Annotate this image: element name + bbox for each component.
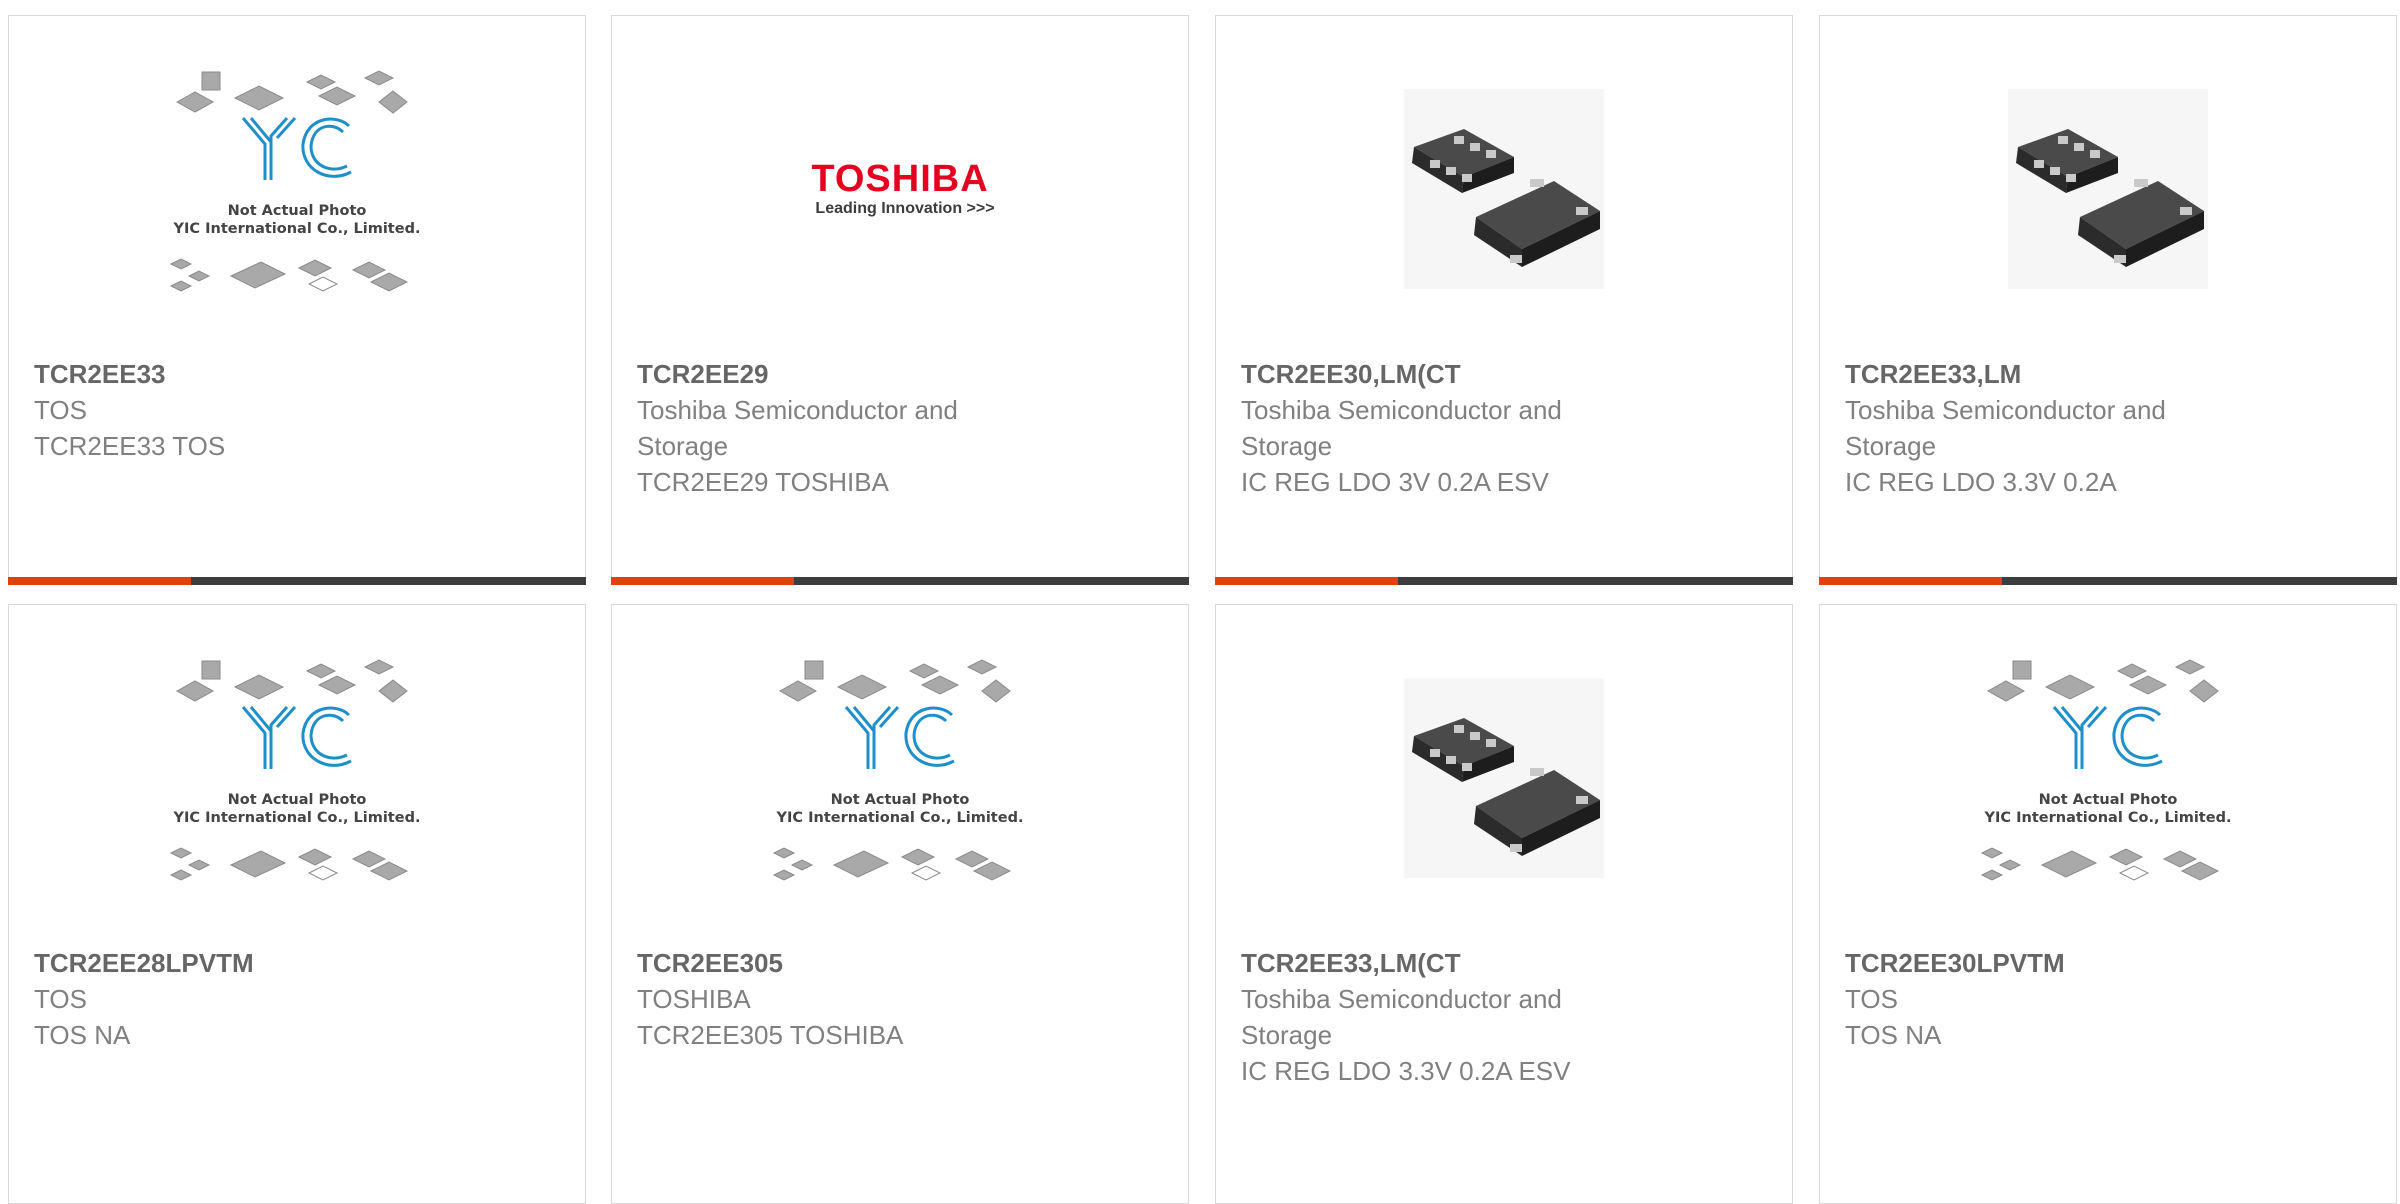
- product-description: IC REG LDO 3V 0.2A ESV: [1241, 467, 1549, 497]
- product-info: TCR2EE33,LM(CT Toshiba Semiconductor and…: [1241, 945, 1661, 1089]
- chip-package-icons: [169, 658, 409, 881]
- product-grid: Not Actual Photo YIC International Co., …: [0, 0, 2400, 1204]
- manufacturer: TOS: [34, 984, 87, 1014]
- product-card[interactable]: TCR2EE30,LM(CT Toshiba Semiconductor and…: [1215, 15, 1793, 585]
- product-image[interactable]: [1820, 16, 2396, 361]
- product-description: TOS NA: [1845, 1020, 1942, 1050]
- manufacturer-continued: Storage: [1845, 431, 1937, 461]
- toshiba-logo: TOSHIBA Leading Innovation >>>: [811, 157, 995, 217]
- product-info: TCR2EE28LPVTM TOS TOS NA: [34, 945, 454, 1053]
- manufacturer: TOS: [34, 395, 87, 425]
- product-info: TCR2EE33 TOS TCR2EE33 TOS: [34, 356, 454, 464]
- product-info: TCR2EE30LPVTM TOS TOS NA: [1845, 945, 2265, 1053]
- yic-logo-icon: [844, 705, 955, 769]
- product-info: TCR2EE305 TOSHIBA TCR2EE305 TOSHIBA: [637, 945, 1057, 1053]
- yic-logo-icon: [241, 116, 352, 180]
- placeholder-note: Not Actual Photo YIC International Co., …: [1984, 791, 2232, 826]
- card-bottom-bar: [611, 577, 1189, 585]
- part-number-link[interactable]: TCR2EE29: [637, 356, 1057, 392]
- product-description: IC REG LDO 3.3V 0.2A ESV: [1241, 1056, 1571, 1086]
- product-card[interactable]: TOSHIBA Leading Innovation >>> TCR2EE29 …: [611, 15, 1189, 585]
- product-description: TCR2EE29 TOSHIBA: [637, 467, 889, 497]
- manufacturer-continued: Storage: [1241, 1020, 1333, 1050]
- product-card[interactable]: TCR2EE33,LM Toshiba Semiconductor and St…: [1819, 15, 2397, 585]
- chip-package-icons: [772, 658, 1012, 881]
- yic-logo-icon: [2052, 705, 2163, 769]
- part-number-link[interactable]: TCR2EE33,LM(CT: [1241, 945, 1661, 981]
- product-description: TCR2EE33 TOS: [34, 431, 226, 461]
- card-bottom-bar: [8, 577, 586, 585]
- yic-logo-icon: [241, 705, 352, 769]
- product-card[interactable]: TCR2EE33,LM(CT Toshiba Semiconductor and…: [1215, 604, 1793, 1204]
- product-image[interactable]: [1216, 16, 1792, 361]
- placeholder-note: Not Actual Photo YIC International Co., …: [173, 202, 421, 237]
- sot-chip-icon: [1412, 717, 1600, 856]
- manufacturer: TOS: [1845, 984, 1898, 1014]
- product-image[interactable]: Not Actual Photo YIC International Co., …: [9, 605, 585, 950]
- product-image[interactable]: Not Actual Photo YIC International Co., …: [612, 605, 1188, 950]
- product-image[interactable]: TOSHIBA Leading Innovation >>>: [612, 16, 1188, 361]
- product-image[interactable]: Not Actual Photo YIC International Co., …: [9, 16, 585, 361]
- manufacturer: Toshiba Semiconductor and: [637, 395, 958, 425]
- part-number-link[interactable]: TCR2EE30LPVTM: [1845, 945, 2265, 981]
- product-image[interactable]: Not Actual Photo YIC International Co., …: [1820, 605, 2396, 950]
- chip-photo: [1404, 677, 1604, 878]
- product-description: TCR2EE305 TOSHIBA: [637, 1020, 904, 1050]
- manufacturer: Toshiba Semiconductor and: [1845, 395, 2166, 425]
- card-bottom-bar: [1819, 577, 2397, 585]
- product-info: TCR2EE29 Toshiba Semiconductor and Stora…: [637, 356, 1057, 500]
- not-actual-photo-placeholder: Not Actual Photo YIC International Co., …: [1968, 653, 2248, 903]
- product-card[interactable]: Not Actual Photo YIC International Co., …: [8, 604, 586, 1204]
- not-actual-photo-placeholder: Not Actual Photo YIC International Co., …: [157, 653, 437, 903]
- chip-photo: [1404, 88, 1604, 289]
- chip-photo: [2008, 88, 2208, 289]
- product-image[interactable]: [1216, 605, 1792, 950]
- manufacturer: TOSHIBA: [637, 984, 751, 1014]
- part-number-link[interactable]: TCR2EE30,LM(CT: [1241, 356, 1661, 392]
- sot-chip-icon: [2016, 128, 2204, 267]
- product-card[interactable]: Not Actual Photo YIC International Co., …: [8, 15, 586, 585]
- part-number-link[interactable]: TCR2EE28LPVTM: [34, 945, 454, 981]
- part-number-link[interactable]: TCR2EE305: [637, 945, 1057, 981]
- product-info: TCR2EE33,LM Toshiba Semiconductor and St…: [1845, 356, 2265, 500]
- product-card[interactable]: Not Actual Photo YIC International Co., …: [611, 604, 1189, 1204]
- chip-package-icons: [169, 69, 409, 292]
- product-description: TOS NA: [34, 1020, 131, 1050]
- manufacturer: Toshiba Semiconductor and: [1241, 984, 1562, 1014]
- card-bottom-bar: [1215, 577, 1793, 585]
- not-actual-photo-placeholder: Not Actual Photo YIC International Co., …: [760, 653, 1040, 903]
- manufacturer: Toshiba Semiconductor and: [1241, 395, 1562, 425]
- sot-chip-icon: [1412, 128, 1600, 267]
- placeholder-note: Not Actual Photo YIC International Co., …: [776, 791, 1024, 826]
- product-info: TCR2EE30,LM(CT Toshiba Semiconductor and…: [1241, 356, 1661, 500]
- manufacturer-continued: Storage: [1241, 431, 1333, 461]
- chip-package-icons: [1980, 658, 2220, 881]
- part-number-link[interactable]: TCR2EE33,LM: [1845, 356, 2265, 392]
- product-card[interactable]: Not Actual Photo YIC International Co., …: [1819, 604, 2397, 1204]
- product-description: IC REG LDO 3.3V 0.2A: [1845, 467, 2117, 497]
- not-actual-photo-placeholder: Not Actual Photo YIC International Co., …: [157, 64, 437, 314]
- placeholder-note: Not Actual Photo YIC International Co., …: [173, 791, 421, 826]
- part-number-link[interactable]: TCR2EE33: [34, 356, 454, 392]
- manufacturer-continued: Storage: [637, 431, 729, 461]
